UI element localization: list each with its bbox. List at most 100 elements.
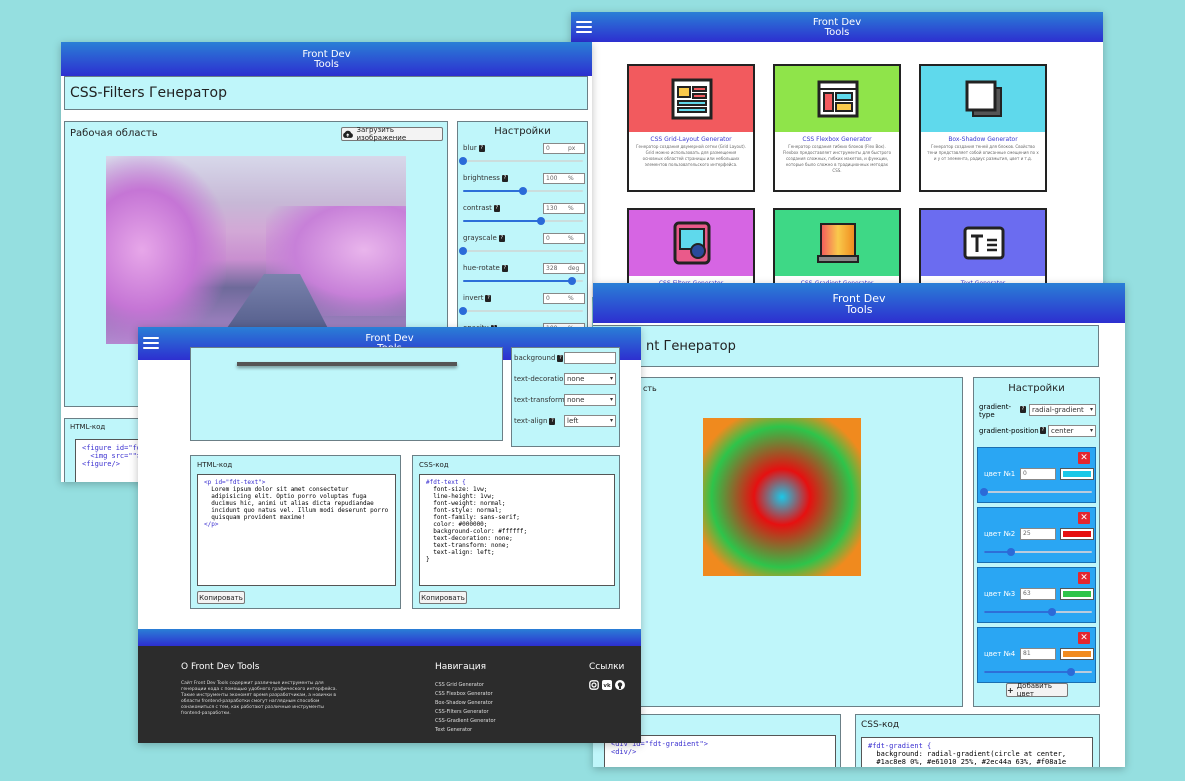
slider-handle[interactable] [1048, 608, 1057, 616]
slider-handle[interactable] [459, 307, 467, 315]
gradient-position-select[interactable]: center ▾ [1048, 425, 1096, 437]
copy-button[interactable]: Копировать [419, 591, 467, 604]
setting-input[interactable]: 130 [543, 203, 585, 214]
slider-handle[interactable] [459, 247, 467, 255]
color-stop-card: ✕ цвет №1 0 [977, 447, 1096, 503]
setting-select[interactable] [564, 352, 616, 364]
footer-nav-link[interactable]: CSS-Gradient Generator [435, 717, 496, 726]
preview-image [106, 156, 406, 344]
slider-handle[interactable] [537, 217, 545, 225]
setting-input[interactable]: 0 [543, 293, 585, 304]
github-icon[interactable] [615, 680, 625, 690]
slider-handle[interactable] [568, 277, 577, 285]
cloud-upload-icon [343, 130, 353, 138]
brand[interactable]: Front DevTools [593, 293, 1125, 315]
filter-setting-invert: invert? 0% [458, 292, 587, 322]
help-icon[interactable]: ? [493, 204, 500, 212]
slider-handle[interactable] [1007, 548, 1015, 556]
slider-handle[interactable] [1067, 668, 1076, 676]
setting-slider[interactable] [459, 157, 583, 165]
help-icon[interactable]: ? [1020, 406, 1026, 413]
help-icon[interactable]: ? [501, 174, 508, 182]
color-stop-label: цвет №4 [984, 650, 1016, 658]
color-stop-slider[interactable] [984, 668, 1092, 676]
plus-icon: + [1007, 685, 1014, 695]
home-window: Front Dev Tools CSS Grid-Layout Generator… [571, 12, 1103, 297]
color-stop-position-input[interactable]: 25 [1020, 528, 1056, 540]
brand[interactable]: Front DevTools [571, 18, 1103, 38]
html-code-box[interactable]: <p id="fdt-text"> Lorem ipsum dolor sit … [197, 474, 396, 586]
color-stop-slider[interactable] [984, 548, 1092, 556]
color-swatch-input[interactable] [1060, 528, 1094, 540]
gradient-window: Front Dev Tools nt Генератор сть Настройк… [593, 283, 1125, 767]
setting-input[interactable]: 100 [543, 173, 585, 184]
brand[interactable]: Front DevTools [61, 50, 592, 70]
help-icon[interactable]: ? [557, 354, 564, 362]
svg-text:vk: vk [603, 683, 611, 689]
css-code-label: CSS-код [861, 720, 900, 730]
color-stop-slider[interactable] [980, 488, 1092, 496]
filters-icon [669, 220, 715, 270]
color-swatch-input[interactable] [1060, 468, 1094, 480]
help-icon[interactable]: ? [1040, 427, 1046, 434]
color-stop-slider[interactable] [984, 608, 1092, 616]
tool-card[interactable]: CSS Grid-Layout Generator Генератор созда… [627, 64, 755, 192]
setting-slider[interactable] [459, 307, 583, 315]
footer-nav-link[interactable]: CSS Flexbox Generator [435, 690, 496, 699]
card-title[interactable]: CSS Flexbox Generator [775, 136, 899, 143]
gradient-type-label: gradient-type [979, 403, 1012, 419]
remove-color-button[interactable]: ✕ [1078, 452, 1090, 464]
gradient-type-select[interactable]: radial-gradient ▾ [1029, 404, 1096, 416]
remove-color-button[interactable]: ✕ [1078, 512, 1090, 524]
setting-select[interactable]: left ▾ [564, 415, 616, 427]
help-icon[interactable]: ? [498, 234, 505, 242]
setting-slider[interactable] [463, 187, 583, 195]
footer-nav-link[interactable]: Text Generator [435, 726, 496, 735]
footer-links: vk [589, 680, 625, 690]
setting-input[interactable]: 0 [543, 143, 585, 154]
remove-color-button[interactable]: ✕ [1078, 572, 1090, 584]
css-code-box[interactable]: #fdt-text { font-size: 1vw; line-height:… [419, 474, 615, 586]
filter-setting-blur: blur? 0 px [458, 142, 587, 172]
setting-label: grayscale? [463, 234, 505, 242]
help-icon[interactable]: ? [485, 294, 492, 302]
color-stop-label: цвет №2 [984, 530, 1016, 538]
setting-select[interactable]: none ▾ [564, 373, 616, 385]
slider-handle[interactable] [519, 187, 527, 195]
card-title[interactable]: Box-Shadow Generator [921, 136, 1045, 143]
tool-card[interactable]: Box-Shadow Generator Генератор создания т… [919, 64, 1047, 192]
setting-select[interactable]: none ▾ [564, 394, 616, 406]
footer-nav-link[interactable]: CSS Grid Generator [435, 681, 496, 690]
css-code-box[interactable]: #fdt-gradient { background: radial-gradi… [861, 737, 1093, 767]
grid-layout-icon [669, 76, 715, 126]
instagram-icon[interactable] [589, 680, 599, 690]
color-swatch-input[interactable] [1060, 648, 1094, 660]
help-icon[interactable]: ? [549, 417, 556, 425]
setting-input[interactable]: 0 [543, 233, 585, 244]
vk-icon[interactable]: vk [602, 680, 612, 690]
help-icon[interactable]: ? [501, 264, 508, 272]
slider-handle[interactable] [980, 488, 988, 496]
card-title[interactable]: CSS Grid-Layout Generator [629, 136, 753, 143]
setting-slider[interactable] [463, 277, 583, 285]
remove-color-button[interactable]: ✕ [1078, 632, 1090, 644]
color-swatch-input[interactable] [1060, 588, 1094, 600]
color-stop-position-input[interactable]: 81 [1020, 648, 1056, 660]
footer-nav-link[interactable]: CSS-Filters Generator [435, 708, 496, 717]
color-stop-label: цвет №1 [984, 470, 1016, 478]
tool-card[interactable]: CSS Flexbox Generator Генератор создания … [773, 64, 901, 192]
card-banner [629, 210, 753, 276]
copy-button[interactable]: Копировать [197, 591, 245, 604]
add-color-button[interactable]: + Добавить цвет [1006, 682, 1068, 698]
setting-slider[interactable] [459, 247, 583, 255]
setting-unit: px [568, 145, 576, 152]
setting-slider[interactable] [463, 217, 583, 225]
slider-handle[interactable] [459, 157, 467, 165]
color-stop-position-input[interactable]: 0 [1020, 468, 1056, 480]
footer-nav-link[interactable]: Box-Shadow Generator [435, 699, 496, 708]
help-icon[interactable]: ? [478, 144, 485, 152]
color-stop-position-input[interactable]: 63 [1020, 588, 1056, 600]
gradient-icon [815, 220, 861, 270]
flexbox-icon [815, 76, 861, 126]
upload-image-button[interactable]: Загрузить изображение [341, 126, 443, 142]
